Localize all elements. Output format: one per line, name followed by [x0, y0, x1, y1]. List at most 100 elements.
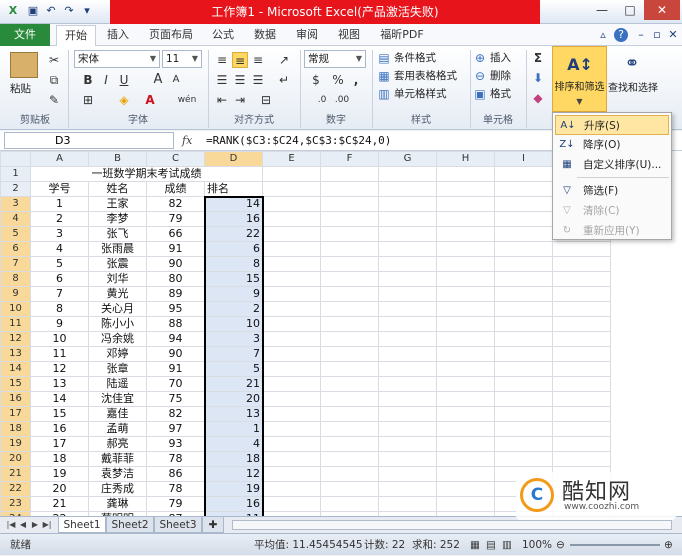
cell[interactable]: 19 — [30, 466, 89, 482]
cell[interactable]: 18 — [30, 451, 89, 467]
cell[interactable] — [262, 181, 321, 197]
header-cell[interactable]: 成绩 — [146, 181, 205, 197]
cell[interactable] — [494, 376, 553, 392]
bold-button[interactable]: B — [80, 72, 96, 88]
header-cell[interactable]: 排名 — [204, 181, 263, 197]
rank-cell[interactable]: 12 — [204, 466, 263, 482]
sort-filter-button[interactable]: A↕ 排序和筛选 ▼ — [552, 46, 607, 112]
cut-icon[interactable]: ✂ — [46, 52, 62, 68]
cell[interactable]: 13 — [30, 376, 89, 392]
cell[interactable] — [262, 256, 321, 272]
rank-cell[interactable]: 3 — [204, 331, 263, 347]
cell[interactable] — [436, 256, 495, 272]
cell[interactable] — [378, 181, 437, 197]
cell[interactable]: 5 — [30, 256, 89, 272]
cell[interactable] — [262, 196, 321, 212]
cell[interactable]: 陈小小 — [88, 316, 147, 332]
cell[interactable] — [378, 316, 437, 332]
cell[interactable] — [320, 346, 379, 362]
row-header[interactable]: 4 — [0, 211, 31, 227]
tab-insert[interactable]: 插入 — [98, 25, 138, 46]
cell[interactable] — [552, 256, 611, 272]
cell[interactable] — [262, 361, 321, 377]
menu-item-custom-sort[interactable]: ▦ 自定义排序(U)... — [555, 155, 669, 175]
cell[interactable]: 7 — [30, 286, 89, 302]
cell[interactable]: 孟萌 — [88, 421, 147, 437]
cell[interactable] — [378, 256, 437, 272]
column-header[interactable]: E — [262, 151, 321, 167]
cell[interactable]: 张飞 — [88, 226, 147, 242]
header-cell[interactable]: 姓名 — [88, 181, 147, 197]
cell[interactable]: 89 — [146, 286, 205, 302]
cell[interactable] — [262, 406, 321, 422]
cell[interactable]: 张震 — [88, 256, 147, 272]
cell[interactable] — [436, 271, 495, 287]
row-header[interactable]: 17 — [0, 406, 31, 422]
row-header[interactable]: 14 — [0, 361, 31, 377]
cell[interactable]: 91 — [146, 241, 205, 257]
cell[interactable] — [378, 346, 437, 362]
row-header[interactable]: 5 — [0, 226, 31, 242]
cell[interactable] — [262, 376, 321, 392]
format-as-table-button[interactable]: 套用表格格式 — [394, 67, 457, 85]
align-top-icon[interactable]: ≡ — [214, 52, 230, 68]
cell[interactable]: 郝亮 — [88, 436, 147, 452]
conditional-format-button[interactable]: 条件格式 — [394, 49, 436, 67]
menu-item-sort-descending[interactable]: Z↓ 降序(O) — [555, 135, 669, 155]
restore-button[interactable]: □ — [616, 0, 644, 20]
cell[interactable]: 沈佳宜 — [88, 391, 147, 407]
cell[interactable]: 14 — [30, 391, 89, 407]
cell[interactable]: 15 — [30, 406, 89, 422]
underline-button[interactable]: U — [116, 72, 132, 88]
cell[interactable] — [262, 301, 321, 317]
row-header[interactable]: 22 — [0, 481, 31, 497]
italic-button[interactable]: I — [98, 72, 114, 88]
cell[interactable] — [494, 181, 553, 197]
cell[interactable]: 黄光 — [88, 286, 147, 302]
cell[interactable] — [552, 286, 611, 302]
paste-button[interactable]: 粘贴 — [10, 80, 31, 98]
decrease-indent-icon[interactable]: ⇤ — [214, 92, 230, 108]
cell[interactable]: 刘华 — [88, 271, 147, 287]
row-header[interactable]: 19 — [0, 436, 31, 452]
cell[interactable]: 庄秀成 — [88, 481, 147, 497]
increase-decimal-icon[interactable]: .0 — [314, 92, 330, 108]
horizontal-scrollbar[interactable] — [232, 520, 672, 530]
cell[interactable] — [494, 346, 553, 362]
cell[interactable] — [436, 241, 495, 257]
cell[interactable]: 11 — [30, 346, 89, 362]
cell[interactable]: 9 — [30, 316, 89, 332]
row-header[interactable]: 7 — [0, 256, 31, 272]
cell[interactable] — [494, 421, 553, 437]
cell[interactable] — [494, 166, 553, 182]
cell[interactable] — [436, 226, 495, 242]
shrink-font-button[interactable]: A — [168, 72, 184, 88]
cell[interactable] — [262, 286, 321, 302]
cell[interactable]: 95 — [146, 301, 205, 317]
cell[interactable]: 82 — [146, 406, 205, 422]
cell[interactable] — [320, 316, 379, 332]
cell[interactable] — [262, 481, 321, 497]
cell[interactable] — [378, 391, 437, 407]
find-select-button[interactable]: 查找和选择 — [608, 80, 658, 98]
cell[interactable]: 75 — [146, 391, 205, 407]
format-painter-icon[interactable]: ✎ — [46, 92, 62, 108]
cell[interactable] — [262, 346, 321, 362]
cell[interactable] — [436, 346, 495, 362]
align-right-icon[interactable]: ☰ — [250, 72, 266, 88]
border-icon[interactable]: ⊞ — [80, 92, 96, 108]
cell[interactable]: 66 — [146, 226, 205, 242]
cell[interactable]: 2 — [30, 211, 89, 227]
cell[interactable] — [378, 481, 437, 497]
font-color-icon[interactable]: A — [142, 92, 158, 108]
ribbon-collapse-icon[interactable]: ▵ — [596, 28, 610, 42]
cell[interactable] — [552, 301, 611, 317]
fill-icon[interactable]: ⬇ — [530, 70, 546, 86]
header-cell[interactable]: 学号 — [30, 181, 89, 197]
cell[interactable] — [436, 451, 495, 467]
cell[interactable]: 91 — [146, 361, 205, 377]
cell[interactable] — [552, 346, 611, 362]
cell[interactable]: 79 — [146, 211, 205, 227]
cell[interactable] — [320, 211, 379, 227]
next-sheet-icon[interactable]: ▶ — [30, 517, 40, 533]
